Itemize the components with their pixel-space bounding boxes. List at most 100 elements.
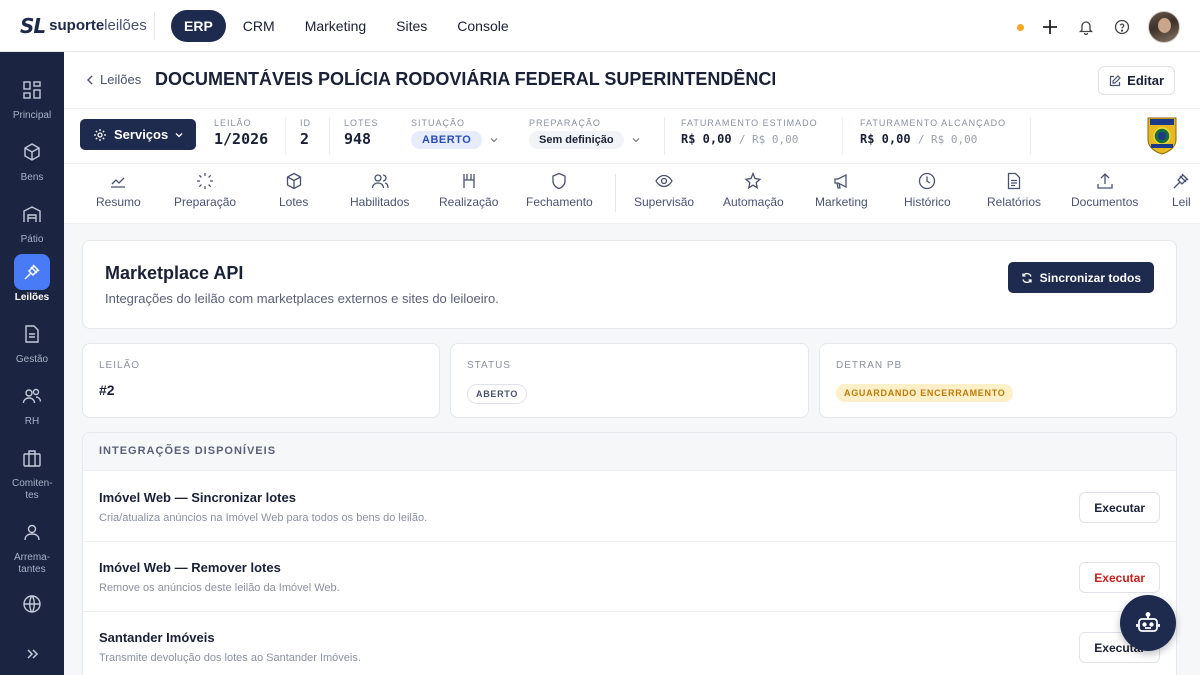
plus-icon[interactable] xyxy=(1040,17,1060,37)
section-subtitle: Integrações do leilão com marketplaces e… xyxy=(105,291,499,306)
back-link[interactable]: Leilões xyxy=(86,72,141,87)
meta-situacao: SITUAÇÃO ABERTO xyxy=(411,118,498,149)
chevron-left-icon xyxy=(87,75,93,84)
sidebar-item-leiloes[interactable]: Leilões xyxy=(0,254,64,304)
columns-icon xyxy=(463,174,475,188)
help-icon[interactable] xyxy=(1112,17,1132,37)
execute-button[interactable]: Executar xyxy=(1079,562,1160,593)
user-avatar[interactable] xyxy=(1148,11,1180,43)
sidebar-expand[interactable] xyxy=(0,636,64,674)
sidebar-label: Comiten-tes xyxy=(12,478,53,501)
tab-realizacao[interactable]: Realização xyxy=(439,172,498,209)
marketplace-card: Marketplace API Integrações do leilão co… xyxy=(82,240,1177,329)
tab-documentos[interactable]: Documentos xyxy=(1071,172,1138,209)
edit-icon xyxy=(1110,74,1122,86)
services-label: Serviços xyxy=(114,127,169,142)
topnav-console[interactable]: Console xyxy=(444,10,521,42)
bell-icon[interactable] xyxy=(1076,17,1096,37)
sidebar-item-gestao[interactable]: Gestão xyxy=(0,316,64,366)
sidebar-label: Gestão xyxy=(15,354,49,365)
section-title: Marketplace API xyxy=(105,263,244,283)
sidebar-item-comitentes[interactable]: Comiten-tes xyxy=(0,440,64,502)
chevron-down-icon xyxy=(175,132,183,137)
sidebar-item-rh[interactable]: RH xyxy=(0,378,64,428)
detran-status-badge: AGUARDANDO ENCERRAMENTO xyxy=(836,384,1014,402)
box-icon xyxy=(14,134,50,170)
auction-info-bar: Serviços LEILÃO 1/2026 ID 2 LOTES 948 SI… xyxy=(64,108,1200,164)
sparkle-icon xyxy=(744,172,762,190)
back-label: Leilões xyxy=(100,72,142,87)
content-area: Marketplace API Integrações do leilão co… xyxy=(64,224,1200,675)
tab-relatorios[interactable]: Relatórios xyxy=(987,172,1041,209)
file-text-icon xyxy=(1007,172,1021,190)
document-icon xyxy=(14,316,50,352)
sidebar-label: RH xyxy=(24,416,40,427)
tab-marketing[interactable]: Marketing xyxy=(815,172,868,209)
logo-name-light: leilões xyxy=(104,17,147,34)
tab-historico[interactable]: Histórico xyxy=(904,172,951,209)
divider xyxy=(329,117,330,155)
meta-faturamento-estimado: FATURAMENTO ESTIMADO R$ 0,00 / R$ 0,00 xyxy=(681,118,818,146)
status-dot xyxy=(1017,23,1024,31)
edit-button[interactable]: Editar xyxy=(1098,66,1175,95)
services-button[interactable]: Serviços xyxy=(80,119,196,150)
tab-fechamento[interactable]: Fechamento xyxy=(526,172,593,209)
sidebar-item-patio[interactable]: Pátio xyxy=(0,196,64,246)
topnav-marketing[interactable]: Marketing xyxy=(292,10,379,42)
sidebar-label: Pátio xyxy=(20,234,44,245)
gavel-icon xyxy=(14,254,50,290)
preparacao-select[interactable]: Sem definição xyxy=(529,131,640,149)
sidebar: Principal Bens Pátio Leilões Gestão RH C… xyxy=(0,52,64,675)
sidebar-label: Bens xyxy=(20,172,44,183)
divider xyxy=(664,117,665,155)
tab-divider xyxy=(615,174,616,212)
meta-lotes: LOTES 948 xyxy=(344,118,379,148)
tab-lotes[interactable]: Lotes xyxy=(279,172,308,209)
chevron-down-icon xyxy=(490,138,498,143)
briefcase-icon xyxy=(14,440,50,476)
status-badge: ABERTO xyxy=(467,384,528,404)
logo-name-bold: suporte xyxy=(49,17,105,34)
integration-row: Imóvel Web — Sincronizar lotes Cria/atua… xyxy=(83,472,1176,542)
divider xyxy=(285,117,286,155)
sidebar-item-bens[interactable]: Bens xyxy=(0,134,64,184)
top-actions xyxy=(1017,11,1180,43)
situacao-select[interactable]: ABERTO xyxy=(411,131,498,149)
assistant-bot-button[interactable] xyxy=(1120,595,1176,651)
chevrons-right-icon xyxy=(14,636,50,672)
meta-faturamento-alcancado: FATURAMENTO ALCANÇADO R$ 0,00 / R$ 0,00 xyxy=(860,118,1007,146)
sidebar-item-arrematantes[interactable]: Arrema-tantes xyxy=(0,514,64,576)
chevron-down-icon xyxy=(632,138,640,143)
brand-logo[interactable]: SL suporteleilões xyxy=(0,11,155,40)
tab-leiloes[interactable]: Leil xyxy=(1172,172,1191,209)
sync-all-button[interactable]: Sincronizar todos xyxy=(1007,262,1154,293)
topnav-sites[interactable]: Sites xyxy=(383,10,440,42)
sidebar-item-principal[interactable]: Principal xyxy=(0,72,64,122)
divider xyxy=(1030,117,1031,155)
prf-badge-logo xyxy=(1144,115,1180,155)
globe-icon xyxy=(14,586,50,622)
clock-icon xyxy=(919,172,936,190)
page-title: DOCUMENTÁVEIS POLÍCIA RODOVIÁRIA FEDERAL… xyxy=(155,69,775,89)
users-icon xyxy=(371,174,389,189)
execute-button[interactable]: Executar xyxy=(1079,492,1160,523)
tab-habilitados[interactable]: Habilitados xyxy=(350,172,409,209)
topnav-erp[interactable]: ERP xyxy=(171,9,226,42)
gavel-icon xyxy=(1173,173,1189,189)
users-icon xyxy=(14,378,50,414)
tab-resumo[interactable]: Resumo xyxy=(96,172,141,209)
meta-preparacao: PREPARAÇÃO Sem definição xyxy=(529,118,640,149)
divider xyxy=(842,117,843,155)
chart-line-icon xyxy=(111,177,126,188)
sidebar-item-sites[interactable] xyxy=(0,586,64,624)
tab-preparacao[interactable]: Preparação xyxy=(174,172,236,209)
auction-tabs: Resumo Preparação Lotes Habilitados Real… xyxy=(64,164,1200,224)
topnav-crm[interactable]: CRM xyxy=(230,10,288,42)
integrations-header: INTEGRAÇÕES DISPONÍVEIS xyxy=(83,433,1176,471)
integrations-card: INTEGRAÇÕES DISPONÍVEIS Imóvel Web — Sin… xyxy=(82,432,1177,675)
tab-supervisao[interactable]: Supervisão xyxy=(634,172,694,209)
logo-mark: SL xyxy=(20,13,46,38)
sidebar-label: Arrema-tantes xyxy=(13,552,51,575)
tab-automacao[interactable]: Automação xyxy=(723,172,784,209)
sidebar-label: Principal xyxy=(12,110,52,121)
